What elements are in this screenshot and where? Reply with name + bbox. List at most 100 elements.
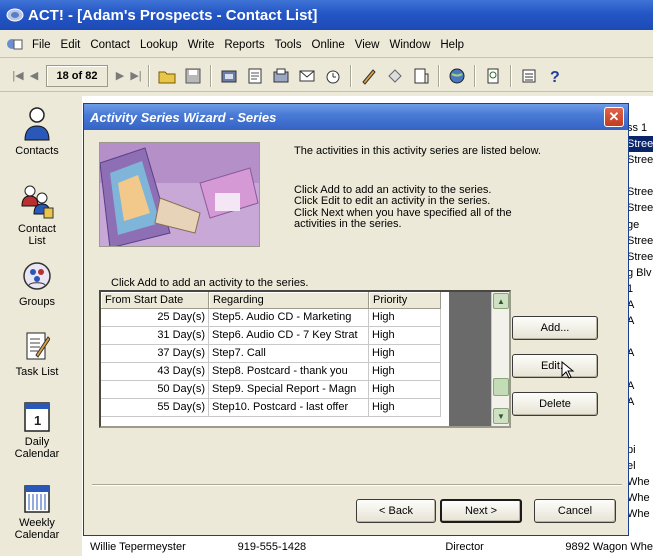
list-item: ge bbox=[627, 218, 640, 231]
close-icon[interactable]: ✕ bbox=[604, 107, 624, 127]
scroll-thumb[interactable] bbox=[493, 378, 509, 396]
delete-button[interactable]: Delete bbox=[512, 392, 598, 416]
column-header-priority[interactable]: Priority bbox=[369, 292, 441, 309]
web-globe-icon[interactable] bbox=[447, 66, 467, 86]
history-icon[interactable] bbox=[385, 66, 405, 86]
table-row[interactable]: 31 Day(s) Step6. Audio CD - 7 Key Strat … bbox=[101, 327, 441, 345]
window-titlebar: ACT! - [Adam's Prospects - Contact List] bbox=[0, 0, 653, 30]
sidebar-item-label: Groups bbox=[18, 296, 56, 308]
toolbar: |◀ ◀ 18 of 82 ▶ ▶| ? bbox=[0, 60, 653, 92]
contact-address: 9892 Wagon Whe bbox=[565, 541, 653, 553]
sidebar-item-task-list[interactable]: Task List bbox=[0, 331, 74, 378]
edit-button[interactable]: Edit... bbox=[512, 354, 598, 379]
table-row[interactable]: 43 Day(s) Step8. Postcard - thank you Hi… bbox=[101, 363, 441, 381]
list-item bbox=[627, 329, 653, 345]
menu-tools[interactable]: Tools bbox=[270, 39, 307, 51]
lookup-icon[interactable] bbox=[483, 66, 503, 86]
scroll-up-icon[interactable]: ▲ bbox=[493, 293, 509, 309]
sidebar-item-groups[interactable]: Groups bbox=[0, 261, 74, 308]
next-button[interactable]: Next > bbox=[440, 499, 522, 523]
add-button[interactable]: Add... bbox=[512, 316, 598, 340]
list-item: A bbox=[627, 395, 635, 408]
row-priority: High bbox=[369, 399, 441, 417]
record-counter: 18 of 82 bbox=[46, 64, 108, 87]
activity-series-list[interactable]: From Start Date Regarding Priority 25 Da… bbox=[99, 290, 511, 428]
cancel-button[interactable]: Cancel bbox=[534, 499, 616, 523]
next-record-icon[interactable]: ▶ bbox=[112, 69, 128, 82]
last-record-icon[interactable]: ▶| bbox=[128, 69, 144, 82]
menu-edit[interactable]: Edit bbox=[56, 39, 86, 51]
list-item: Stree bbox=[627, 186, 653, 199]
list-item: 1 bbox=[627, 282, 634, 295]
menu-file[interactable]: File bbox=[27, 39, 56, 51]
list-item: ss 1 bbox=[627, 122, 648, 134]
back-button-label: < Back bbox=[379, 505, 413, 517]
fax-icon[interactable] bbox=[271, 66, 291, 86]
list-item bbox=[627, 410, 653, 426]
note-icon[interactable] bbox=[359, 66, 379, 86]
toolbar-divider bbox=[350, 64, 352, 87]
next-button-label: Next > bbox=[464, 505, 498, 517]
sidebar-item-contact-list[interactable]: Contact List bbox=[0, 184, 74, 247]
row-start-date: 31 Day(s) bbox=[101, 327, 209, 345]
list-item: Stree bbox=[627, 202, 653, 215]
menu-lookup[interactable]: Lookup bbox=[135, 39, 183, 51]
row-start-date: 37 Day(s) bbox=[101, 345, 209, 363]
previous-record-icon[interactable]: ◀ bbox=[26, 69, 42, 82]
svg-text:1: 1 bbox=[34, 413, 41, 428]
letter-icon[interactable] bbox=[245, 66, 265, 86]
sidebar-item-label: Contacts bbox=[15, 145, 59, 157]
phone-icon[interactable] bbox=[219, 66, 239, 86]
sidebar-item-contacts[interactable]: Contacts bbox=[0, 106, 74, 157]
schedule-icon[interactable] bbox=[323, 66, 343, 86]
add-button-label: Add... bbox=[540, 322, 570, 334]
row-start-date: 43 Day(s) bbox=[101, 363, 209, 381]
toolbar-divider bbox=[474, 64, 476, 87]
report-icon[interactable] bbox=[519, 66, 539, 86]
help-question-icon[interactable]: ? bbox=[545, 66, 565, 86]
list-item: Stree bbox=[627, 154, 653, 167]
menu-online[interactable]: Online bbox=[307, 39, 350, 51]
groups-icon bbox=[23, 262, 51, 290]
table-row[interactable]: 55 Day(s) Step10. Postcard - last offer … bbox=[101, 399, 441, 417]
activity-series-wizard-dialog: Activity Series Wizard - Series ✕ The ac… bbox=[83, 103, 629, 536]
open-folder-icon[interactable] bbox=[157, 66, 177, 86]
table-row[interactable]: 50 Day(s) Step9. Special Report - Magn H… bbox=[101, 381, 441, 399]
menu-reports[interactable]: Reports bbox=[219, 39, 269, 51]
contact-phone: 919-555-1428 bbox=[237, 541, 307, 553]
list-item: Stree bbox=[627, 234, 653, 247]
email-icon[interactable] bbox=[297, 66, 317, 86]
list-scrollbar[interactable]: ▲ ▼ bbox=[491, 292, 509, 426]
table-row[interactable]: 37 Day(s) Step7. Call High bbox=[101, 345, 441, 363]
sidebar-item-daily-calendar[interactable]: 1 Daily Calendar bbox=[0, 401, 74, 460]
intro-text: The activities in this activity series a… bbox=[294, 145, 541, 157]
scroll-down-icon[interactable]: ▼ bbox=[493, 408, 509, 424]
menu-write[interactable]: Write bbox=[183, 39, 220, 51]
sidebar-item-weekly-calendar[interactable]: Weekly Calendar bbox=[0, 484, 74, 541]
list-item: Whe bbox=[627, 476, 650, 489]
contact-title: Director bbox=[445, 541, 484, 553]
list-item: Whe bbox=[627, 492, 650, 505]
save-disk-icon[interactable] bbox=[183, 66, 203, 86]
list-empty-area bbox=[449, 292, 491, 426]
table-row[interactable]: Willie Tepermeyster 919-555-1428 Directo… bbox=[90, 538, 653, 556]
row-regarding: Step8. Postcard - thank you bbox=[209, 363, 369, 381]
menu-window[interactable]: Window bbox=[384, 39, 435, 51]
window-title: ACT! - [Adam's Prospects - Contact List] bbox=[28, 6, 318, 24]
back-button[interactable]: < Back bbox=[356, 499, 436, 523]
attach-icon[interactable] bbox=[411, 66, 431, 86]
table-row[interactable]: 25 Day(s) Step5. Audio CD - Marketing Hi… bbox=[101, 309, 441, 327]
list-item: A bbox=[627, 379, 635, 392]
menu-contact[interactable]: Contact bbox=[85, 39, 135, 51]
toolbar-divider bbox=[510, 64, 512, 87]
menu-view[interactable]: View bbox=[350, 39, 385, 51]
list-item: A bbox=[627, 315, 635, 328]
column-header-regarding[interactable]: Regarding bbox=[209, 292, 369, 309]
instruction-line: Click Edit to edit an activity in the se… bbox=[294, 195, 491, 208]
menu-help[interactable]: Help bbox=[435, 39, 469, 51]
toolbar-divider bbox=[438, 64, 440, 87]
list-item: A bbox=[627, 347, 635, 360]
document-menu-icon[interactable] bbox=[6, 36, 24, 54]
first-record-icon[interactable]: |◀ bbox=[10, 69, 26, 82]
column-header-from-start-date[interactable]: From Start Date bbox=[101, 292, 209, 309]
